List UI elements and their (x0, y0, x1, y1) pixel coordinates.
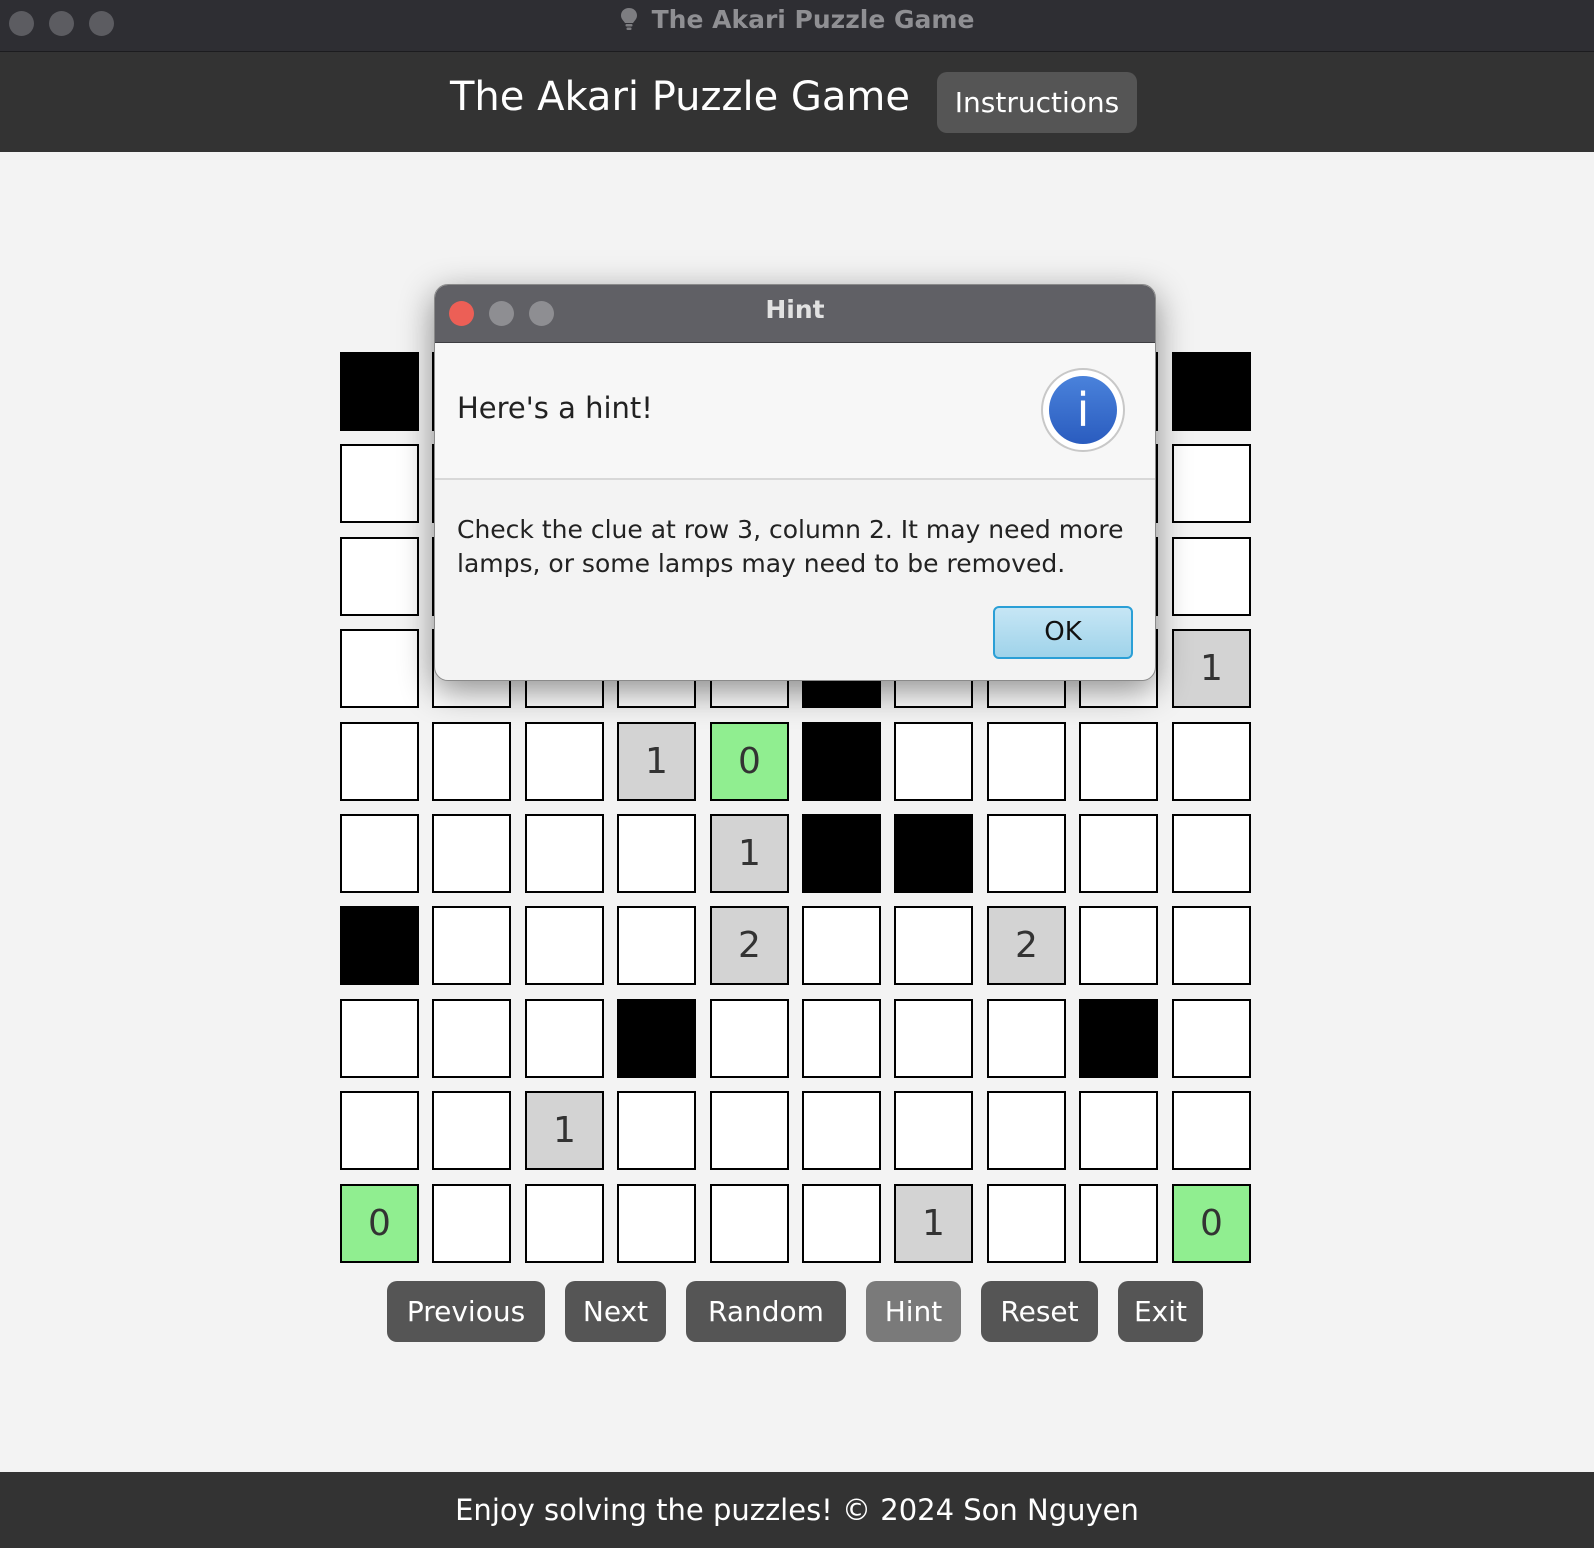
window-titlebar: The Akari Puzzle Game (0, 0, 1594, 52)
empty-cell[interactable] (432, 814, 511, 893)
empty-cell[interactable] (617, 906, 696, 985)
empty-cell[interactable] (617, 1091, 696, 1170)
wall-cell (1172, 352, 1251, 431)
empty-cell[interactable] (710, 1184, 789, 1263)
instructions-button[interactable]: Instructions (937, 72, 1137, 133)
empty-cell[interactable] (340, 629, 419, 708)
info-icon: i (1041, 368, 1125, 452)
exit-button[interactable]: Exit (1118, 1281, 1203, 1342)
reset-button[interactable]: Reset (981, 1281, 1098, 1342)
empty-cell[interactable] (432, 1091, 511, 1170)
empty-cell[interactable] (987, 1184, 1066, 1263)
page-title: The Akari Puzzle Game (450, 74, 910, 120)
window-title-text: The Akari Puzzle Game (651, 5, 975, 34)
empty-cell[interactable] (432, 999, 511, 1078)
empty-cell[interactable] (1172, 814, 1251, 893)
empty-cell[interactable] (894, 722, 973, 801)
empty-cell[interactable] (525, 814, 604, 893)
clue-cell: 1 (894, 1184, 973, 1263)
clue-cell: 1 (1172, 629, 1251, 708)
empty-cell[interactable] (340, 999, 419, 1078)
empty-cell[interactable] (1079, 1091, 1158, 1170)
empty-cell[interactable] (617, 1184, 696, 1263)
ok-button[interactable]: OK (993, 606, 1133, 659)
empty-cell[interactable] (525, 999, 604, 1078)
dialog-header: Here's a hint! i (435, 343, 1155, 480)
footer: Enjoy solving the puzzles! © 2024 Son Ng… (0, 1472, 1594, 1548)
dialog-titlebar: Hint (435, 285, 1155, 343)
empty-cell[interactable] (1079, 722, 1158, 801)
clue-cell: 1 (617, 722, 696, 801)
empty-cell[interactable] (987, 1091, 1066, 1170)
dialog-message: Check the clue at row 3, column 2. It ma… (457, 515, 1124, 578)
empty-cell[interactable] (1172, 537, 1251, 616)
empty-cell[interactable] (432, 722, 511, 801)
next-button[interactable]: Next (565, 1281, 666, 1342)
random-button[interactable]: Random (686, 1281, 846, 1342)
clue-cell: 0 (710, 722, 789, 801)
empty-cell[interactable] (1172, 1091, 1251, 1170)
dialog-header-text: Here's a hint! (457, 391, 653, 425)
empty-cell[interactable] (432, 906, 511, 985)
hint-button[interactable]: Hint (866, 1281, 961, 1342)
empty-cell[interactable] (525, 1184, 604, 1263)
empty-cell[interactable] (432, 1184, 511, 1263)
empty-cell[interactable] (617, 814, 696, 893)
empty-cell[interactable] (1079, 814, 1158, 893)
empty-cell[interactable] (1172, 999, 1251, 1078)
wall-cell (340, 906, 419, 985)
empty-cell[interactable] (987, 814, 1066, 893)
empty-cell[interactable] (1172, 722, 1251, 801)
empty-cell[interactable] (802, 1091, 881, 1170)
empty-cell[interactable] (340, 537, 419, 616)
clue-cell: 1 (525, 1091, 604, 1170)
wall-cell (802, 814, 881, 893)
empty-cell[interactable] (340, 1091, 419, 1170)
empty-cell[interactable] (894, 999, 973, 1078)
empty-cell[interactable] (1172, 906, 1251, 985)
hint-dialog: Hint Here's a hint! i Check the clue at … (434, 284, 1156, 681)
empty-cell[interactable] (1079, 1184, 1158, 1263)
empty-cell[interactable] (1172, 444, 1251, 523)
clue-cell: 0 (1172, 1184, 1251, 1263)
lightbulb-icon (620, 8, 637, 30)
wall-cell (617, 999, 696, 1078)
clue-cell: 2 (987, 906, 1066, 985)
empty-cell[interactable] (340, 722, 419, 801)
previous-button[interactable]: Previous (387, 1281, 545, 1342)
empty-cell[interactable] (340, 444, 419, 523)
dialog-title: Hint (765, 295, 825, 324)
empty-cell[interactable] (710, 1091, 789, 1170)
empty-cell[interactable] (1079, 906, 1158, 985)
wall-cell (340, 352, 419, 431)
info-icon-glyph: i (1049, 376, 1117, 444)
empty-cell[interactable] (525, 722, 604, 801)
clue-cell: 1 (710, 814, 789, 893)
empty-cell[interactable] (802, 1184, 881, 1263)
app-header: The Akari Puzzle Game Instructions (0, 52, 1594, 152)
wall-cell (802, 722, 881, 801)
clue-cell: 2 (710, 906, 789, 985)
empty-cell[interactable] (525, 906, 604, 985)
empty-cell[interactable] (802, 906, 881, 985)
wall-cell (894, 814, 973, 893)
empty-cell[interactable] (802, 999, 881, 1078)
empty-cell[interactable] (987, 999, 1066, 1078)
empty-cell[interactable] (894, 1091, 973, 1170)
window-title: The Akari Puzzle Game (0, 0, 1594, 40)
clue-cell: 0 (340, 1184, 419, 1263)
wall-cell (1079, 999, 1158, 1078)
empty-cell[interactable] (710, 999, 789, 1078)
empty-cell[interactable] (894, 906, 973, 985)
empty-cell[interactable] (987, 722, 1066, 801)
empty-cell[interactable] (340, 814, 419, 893)
